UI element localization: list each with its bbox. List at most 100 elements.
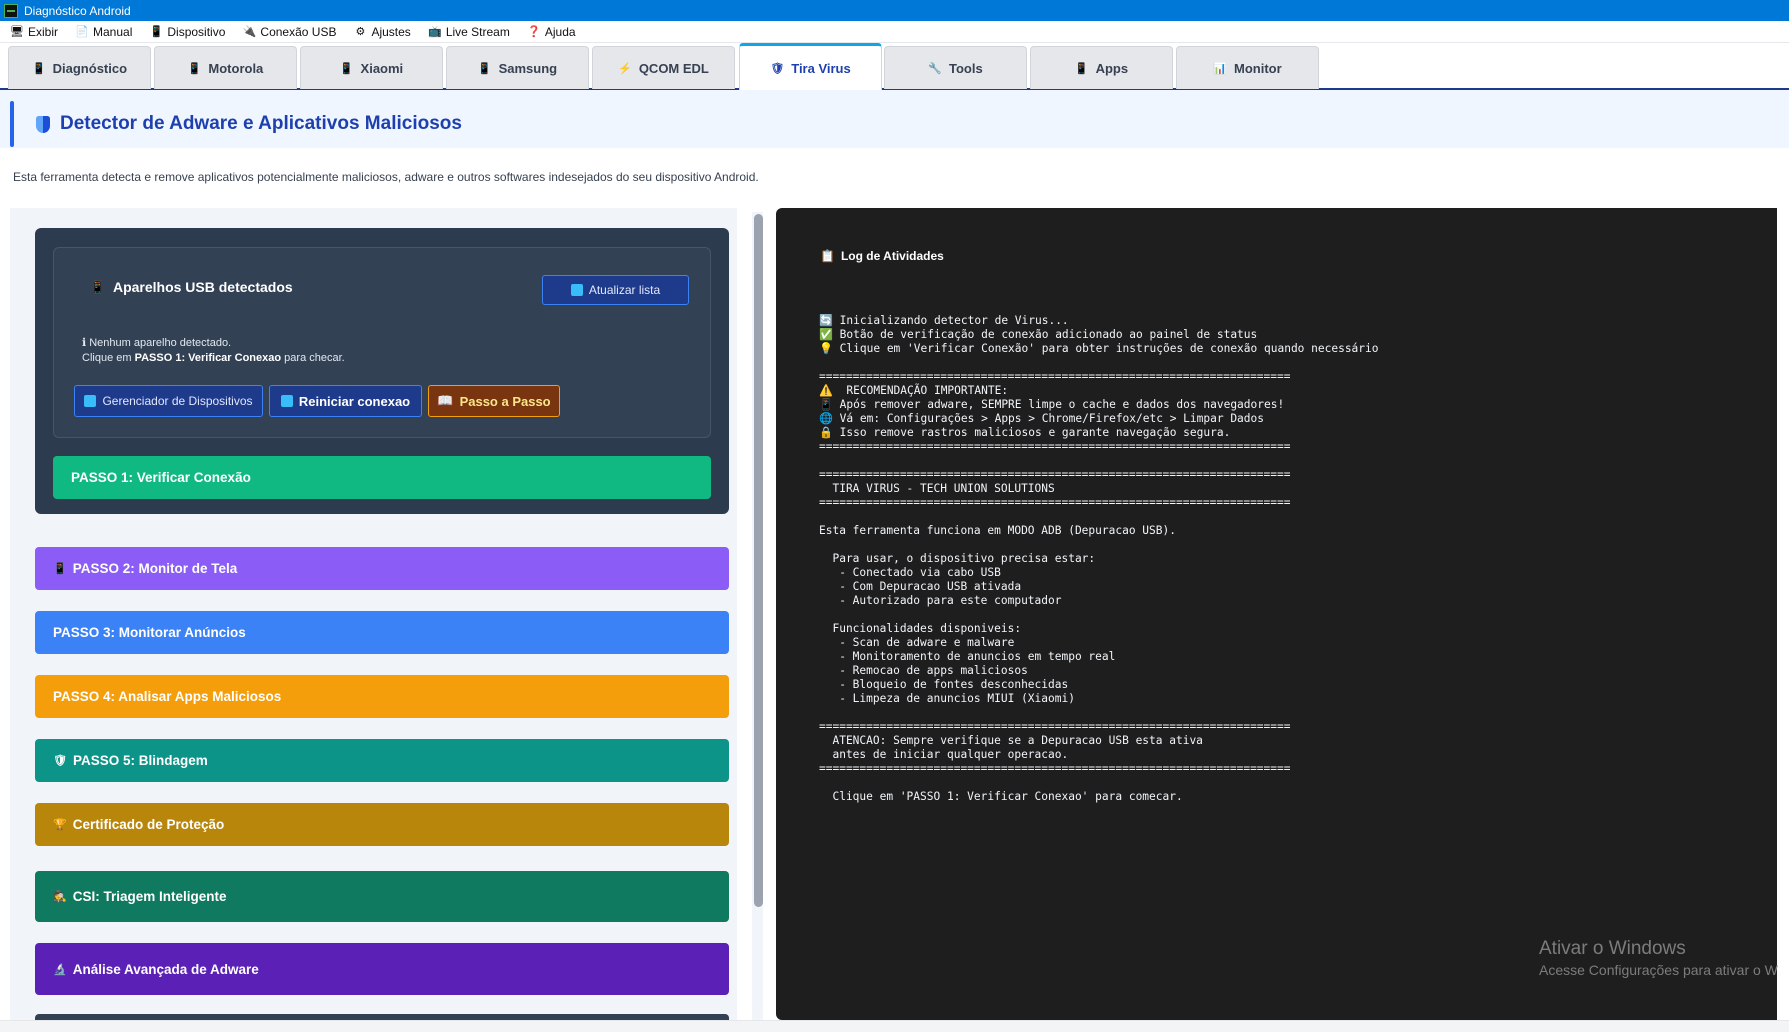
microscope-icon: 🔬 [53,963,67,976]
log-line: - Limpeza de anuncios MIUI (Xiaomi) [819,692,1075,705]
log-line: Esta ferramenta funciona em MODO ADB (De… [819,524,1176,537]
trophy-icon: 🏆 [53,819,67,831]
device-manager-icon [84,395,97,407]
csi-smart-triage-button[interactable]: 🕵 CSI: Triagem Inteligente [35,871,729,922]
tab-monitor[interactable]: 📊 Monitor [1176,46,1319,89]
log-line: 🔄 Inicializando detector de Virus... [819,314,1069,327]
page-description: Esta ferramenta detecta e remove aplicat… [13,170,759,184]
log-line: Clique em 'PASSO 1: Verificar Conexao' p… [819,790,1183,803]
clipboard-icon: 📋 [820,249,835,263]
log-line: Para usar, o dispositivo precisa estar: [819,552,1096,565]
shield-icon: 🛡 [770,63,785,75]
log-line: 📱 Após remover adware, SEMPRE limpe o ca… [819,398,1285,411]
windows-activation-watermark: Ativar o Windows Acesse Configurações pa… [1539,938,1778,978]
log-line: - Conectado via cabo USB [819,566,1001,579]
status-strip [0,1020,1789,1032]
tab-samsung[interactable]: 📱 Samsung [446,46,589,89]
log-line: ========================================… [819,468,1291,481]
phone-icon: 📱 [477,62,492,75]
phone-icon: 📱 [31,62,46,75]
device-manager-button[interactable]: Gerenciador de Dispositivos [74,385,263,417]
wrench-icon: 🔧 [928,62,942,75]
log-line: - Monitoramento de anuncios em tempo rea… [819,650,1116,663]
no-device-message: ℹ Nenhum aparelho detectado. Clique em P… [82,337,345,364]
menu-conexao-usb[interactable]: 🔌 Conexão USB [242,25,337,39]
menu-bar: 🖥 Exibir 📄 Manual 📱 Dispositivo 🔌 Conexão US… [0,21,1789,43]
tab-qcom-edl[interactable]: ⚡ QCOM EDL [592,46,735,89]
refresh-icon [570,284,583,296]
advanced-adware-analysis-button[interactable]: 🔬 Análise Avançada de Adware [35,943,729,995]
log-line: antes de iniciar qualquer operacao. [819,748,1069,761]
tab-xiaomi[interactable]: 📱 Xiaomi [300,46,443,89]
plug-icon: 🔌 [242,26,257,38]
restart-connection-button[interactable]: Reiniciar conexao [269,385,422,417]
app-icon [4,3,18,18]
log-line: ⚠️ RECOMENDAÇÃO IMPORTANTE: [819,384,1009,397]
scrollbar-thumb[interactable] [754,214,763,907]
tab-tira-virus[interactable]: 🛡 Tira Virus [739,43,882,91]
phone-icon: 📱 [90,280,105,294]
refresh-list-button[interactable]: Atualizar lista [542,275,689,305]
step1-verify-connection-button[interactable]: PASSO 1: Verificar Conexão [53,456,711,499]
protection-certificate-button[interactable]: 🏆 Certificado de Proteção [35,803,729,846]
title-bar: Diagnóstico Android [0,0,1789,21]
menu-live-stream[interactable]: 📺 Live Stream [428,25,510,39]
lightning-icon: ⚡ [618,62,632,75]
step5-shielding-button[interactable]: 🛡 PASSO 5: Blindagem [35,739,729,782]
usb-devices-title: 📱 Aparelhos USB detectados [90,279,293,295]
window-title: Diagnóstico Android [24,3,131,18]
tab-bar: 📱 Diagnóstico 📱 Motorola 📱 Xiaomi 📱 Samsung … [0,43,1789,91]
log-title: 📋 Log de Atividades [820,249,944,263]
log-line: - Remocao de apps maliciosos [819,664,1028,677]
log-line: ✅ Botão de verificação de conexão adicio… [819,328,1258,341]
log-line: ATENCAO: Sempre verifique se a Depuracao… [819,734,1203,747]
phone-icon: 📱 [53,563,67,575]
log-line: - Com Depuracao USB ativada [819,580,1022,593]
log-output: 🔄 Inicializando detector de Virus... ✅ Bo… [819,314,1779,804]
tab-apps[interactable]: 📱 Apps [1030,46,1173,89]
book-icon: 📖 [437,393,454,408]
tab-motorola[interactable]: 📱 Motorola [154,46,297,89]
step2-screen-monitor-button[interactable]: 📱 PASSO 2: Monitor de Tela [35,547,729,590]
phone-icon: 📱 [339,62,354,75]
menu-exibir[interactable]: 🖥 Exibir [10,25,58,39]
log-line: 🔒 Isso remove rastros maliciosos e garan… [819,426,1231,439]
log-line: - Scan de adware e malware [819,636,1015,649]
phone-icon: 📱 [187,62,202,75]
log-line: TIRA VIRUS - TECH UNION SOLUTIONS [819,482,1055,495]
tab-diagnostico[interactable]: 📱 Diagnóstico [8,46,151,89]
log-line: ========================================… [819,720,1291,733]
log-line: ========================================… [819,762,1291,775]
log-line: Funcionalidades disponiveis: [819,622,1022,635]
question-icon: ❓ [526,26,541,38]
log-line: ========================================… [819,370,1291,383]
menu-ajuda[interactable]: ❓ Ajuda [527,25,576,39]
tv-icon: 📺 [427,26,442,38]
log-line: - Bloqueio de fontes desconhecidas [819,678,1069,691]
log-line: ========================================… [819,496,1291,509]
document-icon: 📄 [75,26,89,38]
menu-dispositivo[interactable]: 📱 Dispositivo [149,25,226,39]
window-edge [1777,208,1789,1020]
phone-icon: 📱 [1074,62,1089,75]
step3-monitor-ads-button[interactable]: PASSO 3: Monitorar Anúncios [35,611,729,654]
detective-icon: 🕵 [53,891,67,903]
menu-ajustes[interactable]: ⚙ Ajustes [353,25,411,39]
log-line: - Autorizado para este computador [819,594,1062,607]
tab-tools[interactable]: 🔧 Tools [884,46,1027,89]
menu-manual[interactable]: 📄 Manual [75,25,132,39]
gear-icon: ⚙ [355,26,366,38]
log-line: 🌐 Vá em: Configurações > Apps > Chrome/F… [819,412,1264,425]
step4-analyze-apps-button[interactable]: PASSO 4: Analisar Apps Maliciosos [35,675,729,718]
header-accent-bar [10,101,14,147]
phone-icon: 📱 [149,26,164,38]
log-line: 💡 Clique em 'Verificar Conexão' para obt… [819,342,1379,355]
monitor-icon: 🖥 [10,26,24,38]
step-by-step-button[interactable]: 📖 Passo a Passo [428,385,560,417]
